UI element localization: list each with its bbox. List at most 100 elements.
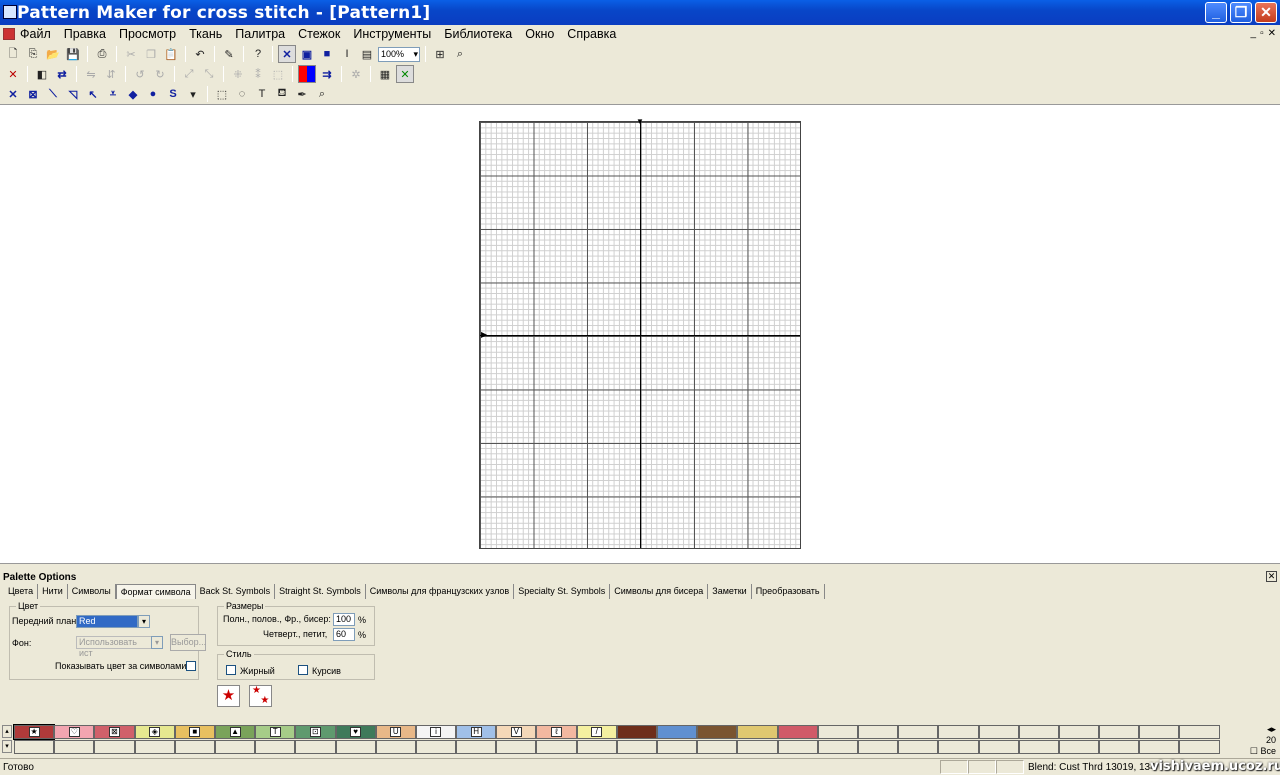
palette-slot[interactable] [616,740,657,754]
palette-swatch[interactable]: ♡ [54,725,95,739]
straight-stitch-icon[interactable]: ⩡ [104,85,122,103]
palette-slot[interactable] [576,740,617,754]
grow-icon[interactable]: ⤢ [180,65,198,83]
new-from-template-icon[interactable]: ⎘ [24,45,42,63]
print-icon[interactable]: ⎙ [93,45,111,63]
panel-tab[interactable]: Straight St. Symbols [275,584,366,599]
panel-tab[interactable]: Заметки [708,584,752,599]
palette-slot[interactable] [817,725,858,739]
panel-tab[interactable]: Back St. Symbols [196,584,276,599]
flip-vertical-icon[interactable]: ⇵ [102,65,120,83]
menu-item[interactable]: Библиотека [444,27,512,41]
palette-slot[interactable] [415,740,457,754]
crop-icon[interactable]: ⬚ [269,65,287,83]
panel-close-icon[interactable]: ✕ [1266,571,1277,582]
palette-slot[interactable] [255,740,296,754]
palette-slot[interactable] [1139,725,1180,739]
palette-swatch[interactable] [657,725,698,739]
palette-slot[interactable] [1139,740,1180,754]
palette-scroll-down-icon[interactable]: ▾ [2,740,12,753]
view-symbol-color-icon[interactable]: ▣ [298,45,316,63]
palette-slot[interactable] [1099,740,1140,754]
palette-slot[interactable] [978,725,1019,739]
maximize-button[interactable]: ❐ [1230,2,1252,23]
reduce-colors-icon[interactable]: ✲ [347,65,365,83]
palette-slot[interactable] [978,740,1019,754]
specialty-dropdown-icon[interactable]: ▾ [184,85,202,103]
panel-tab[interactable]: Символы [68,584,116,599]
palette-slot[interactable] [898,740,939,754]
mirror-vertical-icon[interactable]: ⁑ [249,65,267,83]
palette-slot[interactable] [456,740,497,754]
minimize-button[interactable]: _ [1205,2,1227,23]
wizard-icon[interactable]: ✎ [220,45,238,63]
palette-slot[interactable] [1179,725,1220,739]
panel-tab[interactable]: Specialty St. Symbols [514,584,611,599]
document-icon[interactable] [3,28,15,40]
panel-tab[interactable]: Символы для бисера [610,584,709,599]
palette-slot[interactable] [898,725,939,739]
palette-swatch[interactable]: V [496,725,537,739]
panel-tab[interactable]: Формат символа [115,584,196,599]
palette-slot[interactable] [1058,740,1100,754]
grid-icon[interactable]: ▦ [376,65,394,83]
palette-swatch[interactable]: ♥ [335,725,376,739]
palette-slot[interactable] [1099,725,1140,739]
palette-swatch[interactable] [616,725,657,739]
palette-swatch[interactable] [737,725,778,739]
symbol-preview-full-star-icon[interactable]: ★ [217,685,240,707]
italic-checkbox[interactable] [298,665,308,675]
cross-stitch-grid-icon[interactable]: ✕ [396,65,414,83]
palette-slot[interactable] [1018,725,1059,739]
lasso-icon[interactable]: ◌ [233,85,251,103]
zoom-search-icon[interactable]: ⌕ [451,45,469,63]
palette-slot[interactable] [94,740,135,754]
background-select[interactable]: Использовать ист [76,636,152,658]
pattern-canvas[interactable] [0,104,1280,564]
zoom-fit-icon[interactable]: ⊞ [431,45,449,63]
mdi-close-button[interactable]: ✕ [1268,28,1276,39]
palette-scroll-up-icon[interactable]: ▴ [2,725,12,738]
full-stitch-icon[interactable]: ✕ [4,85,22,103]
app-icon[interactable] [3,5,17,19]
menu-item[interactable]: Палитра [235,27,285,41]
panel-tab[interactable]: Нити [38,584,68,599]
view-realistic-icon[interactable]: ▤ [358,45,376,63]
magnifier-icon[interactable]: ⌕ [313,85,331,103]
full-size-input[interactable]: 100 [333,613,355,626]
cut-icon[interactable]: ✂ [122,45,140,63]
palette-slot[interactable] [777,740,818,754]
palette-slot[interactable] [375,740,416,754]
rotate-right-icon[interactable]: ↻ [151,65,169,83]
palette-slot[interactable] [14,740,55,754]
palette-slot[interactable] [1058,725,1100,739]
text-icon[interactable]: T [253,85,271,103]
palette-swatch[interactable]: / [576,725,617,739]
copy-icon[interactable]: ❐ [142,45,160,63]
menu-item[interactable]: Ткань [189,27,222,41]
palette-slot[interactable] [857,740,899,754]
palette-slot[interactable] [54,740,95,754]
backstitch-icon[interactable]: ↖ [84,85,102,103]
foreground-select[interactable]: Red [76,615,138,628]
palette-swatch[interactable]: ◈ [134,725,175,739]
menu-item[interactable]: Просмотр [119,27,176,41]
palette-slot[interactable] [697,740,738,754]
palette-slot[interactable] [1179,740,1220,754]
menu-item[interactable]: Справка [567,27,616,41]
fill-icon[interactable]: ⛾ [273,85,291,103]
rotate-left-icon[interactable]: ↺ [131,65,149,83]
palette-slot[interactable] [134,740,175,754]
quarter-size-input[interactable]: 60 [333,628,355,641]
half-stitch-icon[interactable]: ⟍ [44,85,62,103]
palette-swatch[interactable]: ▲ [214,725,256,739]
palette-slot[interactable] [214,740,256,754]
quarter-stitch-icon[interactable]: ⊠ [24,85,42,103]
panel-tab[interactable]: Цвета [4,584,39,599]
panel-tab[interactable]: Преобразовать [752,584,825,599]
bold-checkbox[interactable] [226,665,236,675]
palette-swatch[interactable]: H [456,725,497,739]
panel-tab[interactable]: Символы для французских узлов [366,584,515,599]
mdi-minimize-button[interactable]: _ [1251,28,1257,39]
save-icon[interactable]: 💾 [64,45,82,63]
